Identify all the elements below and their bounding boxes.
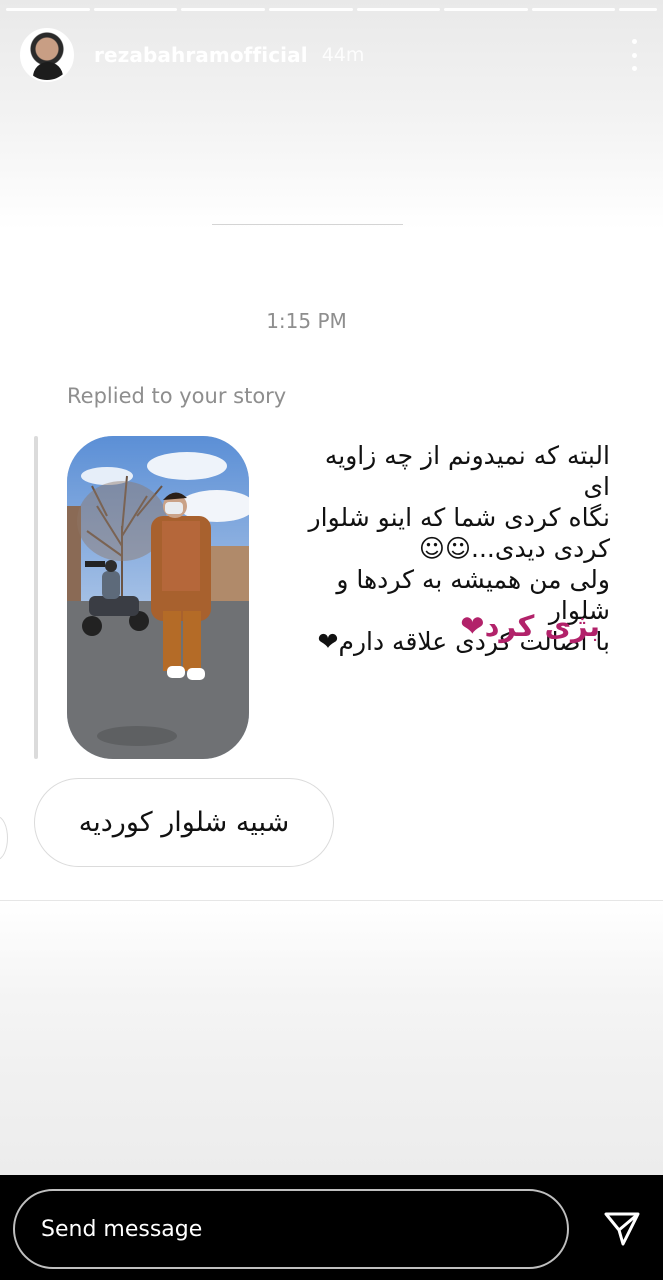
caption-line: البته که نمیدونم از چه زاویه ای — [324, 441, 610, 501]
story-screen[interactable]: rezabahramofficial 44m 1:15 PM Replied t… — [0, 0, 663, 1175]
progress-segment — [531, 8, 616, 11]
story-progress-bar — [6, 8, 657, 11]
message-timestamp: 1:15 PM — [266, 309, 347, 333]
post-time: 44m — [321, 44, 365, 66]
progress-segment — [268, 8, 353, 11]
avatar[interactable] — [20, 28, 74, 82]
progress-segment — [181, 8, 265, 11]
message-bubble[interactable]: شبیه شلوار کوردیه — [34, 778, 334, 867]
send-message-placeholder: Send message — [41, 1216, 203, 1242]
story-sub-caption: بژی کرد❤ — [460, 609, 600, 643]
progress-segment — [356, 8, 441, 11]
more-options-icon[interactable] — [631, 39, 637, 71]
divider — [0, 900, 663, 901]
progress-segment — [6, 8, 90, 11]
caption-line: کردی دیدی...☺☺ — [418, 534, 610, 563]
replied-to-story-label: Replied to your story — [67, 384, 287, 408]
progress-segment — [444, 8, 528, 11]
caption-line: نگاه کردی شما که اینو شلوار — [308, 503, 610, 532]
progress-segment — [93, 8, 178, 11]
reply-bar: Send message — [0, 1175, 663, 1280]
bubble-edge — [0, 816, 8, 860]
paper-plane-icon[interactable] — [603, 1210, 641, 1248]
message-text: شبیه شلوار کوردیه — [78, 807, 290, 838]
story-thumbnail[interactable] — [67, 436, 249, 759]
divider — [212, 224, 403, 225]
progress-segment-current — [619, 8, 657, 11]
username[interactable]: rezabahramofficial — [94, 43, 308, 67]
send-message-input[interactable]: Send message — [13, 1189, 569, 1269]
reply-quote-bar — [34, 436, 38, 759]
story-header: rezabahramofficial 44m — [20, 27, 645, 83]
